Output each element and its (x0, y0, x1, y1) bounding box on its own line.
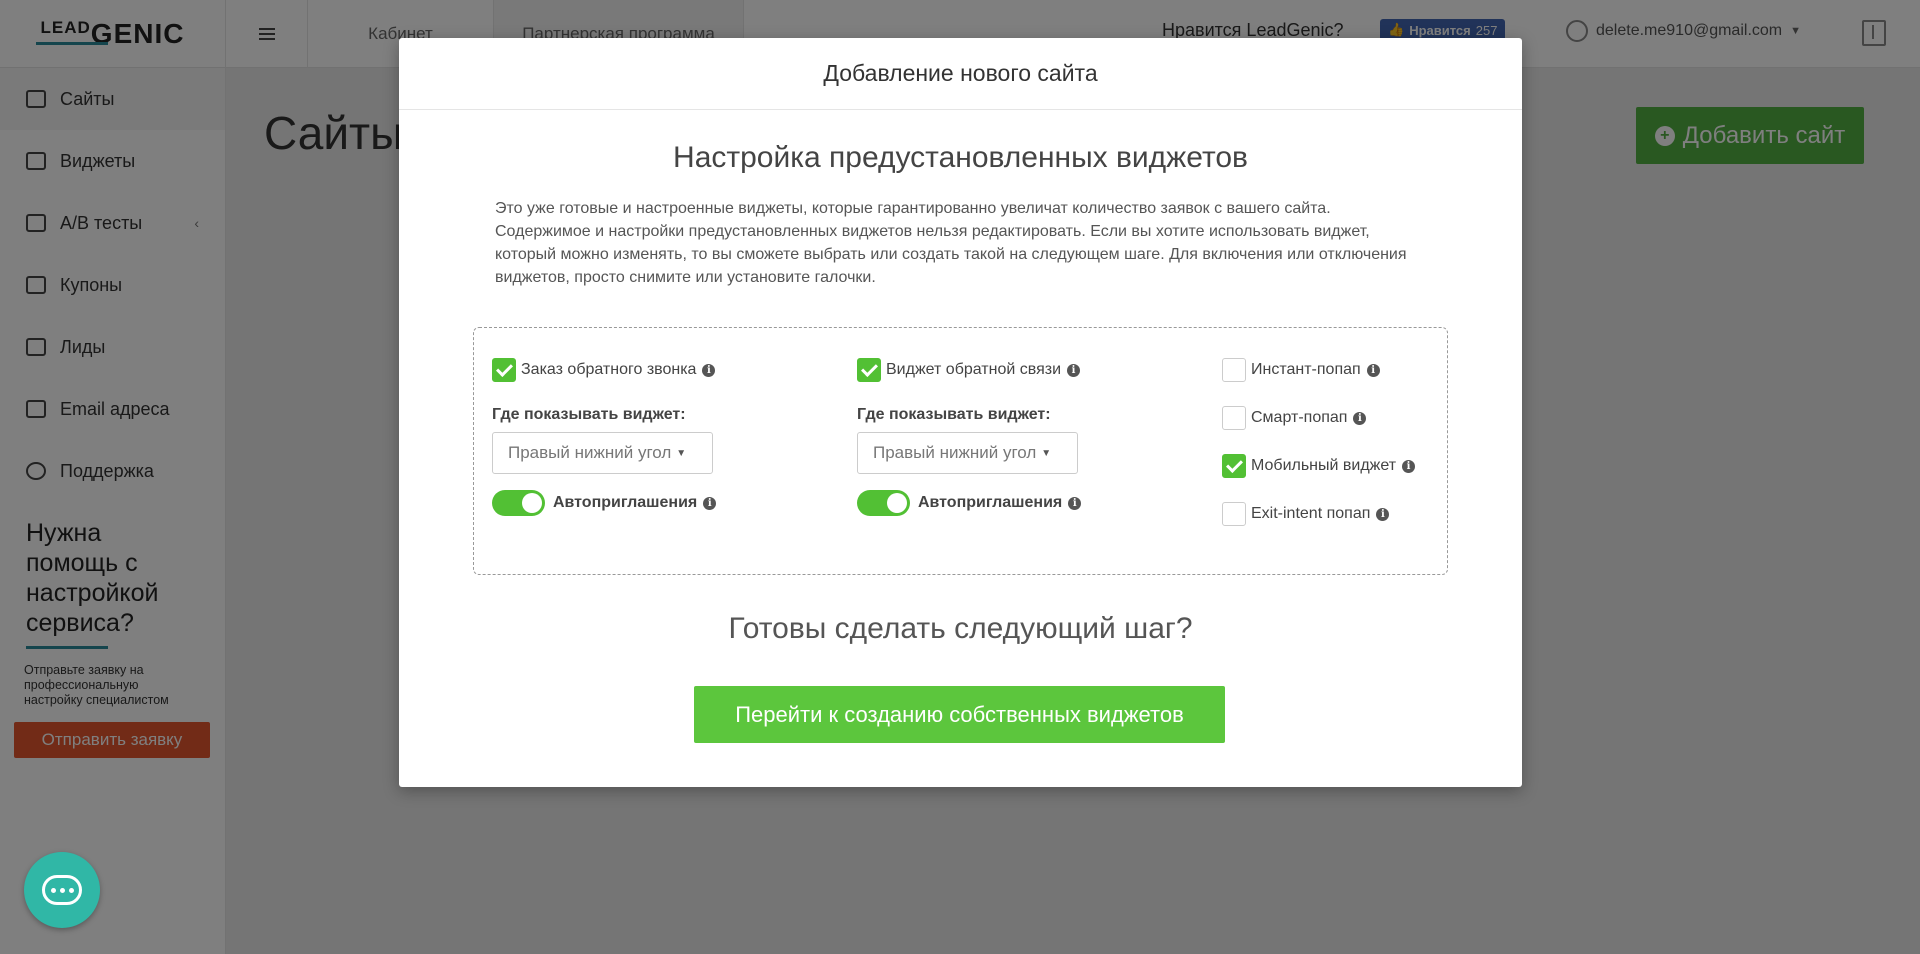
position-select[interactable]: Правый нижний угол ▼ (857, 432, 1078, 474)
checkbox-unchecked[interactable] (1222, 358, 1246, 382)
widget-feedback: Виджет обратной связи i Где показывать в… (857, 358, 1082, 516)
widget-label: Виджет обратной связи (886, 361, 1061, 378)
callback-checkbox-row[interactable]: Заказ обратного звонка i (492, 358, 716, 382)
exit-intent-row[interactable]: Exit-intent попап i (1222, 502, 1415, 526)
info-icon[interactable]: i (1376, 507, 1390, 521)
caret-down-icon: ▼ (676, 447, 687, 459)
info-icon[interactable]: i (1068, 496, 1082, 510)
caret-down-icon: ▼ (1041, 447, 1052, 459)
chat-icon (42, 875, 82, 905)
chat-button[interactable] (24, 852, 100, 928)
position-select[interactable]: Правый нижний угол ▼ (492, 432, 713, 474)
info-icon[interactable]: i (1067, 363, 1080, 377)
info-icon[interactable]: i (702, 363, 716, 377)
widget-label: Exit-intent попап (1251, 505, 1371, 522)
where-label: Где показывать виджет: (857, 406, 1051, 423)
next-step-title: Готовы сделать следующий шаг? (728, 612, 1193, 645)
info-icon[interactable]: i (703, 496, 717, 510)
modal-header: Добавление нового сайта (399, 38, 1522, 110)
extra-widgets-list: Инстант-попап i Смарт-попап i Мобильный … (1222, 358, 1416, 526)
auto-invite-row: Автоприглашения i (492, 490, 717, 516)
auto-invite-toggle[interactable] (857, 490, 910, 516)
checkbox-unchecked[interactable] (1222, 406, 1246, 430)
add-site-modal: Добавление нового сайта Настройка предус… (399, 38, 1522, 787)
mobile-widget-row[interactable]: Мобильный виджет i (1222, 454, 1416, 478)
widgets-panel: Заказ обратного звонка i Где показывать … (473, 327, 1448, 575)
widget-label: Смарт-попап (1251, 409, 1348, 426)
info-icon[interactable]: i (1353, 411, 1367, 425)
checkbox-checked[interactable] (1222, 454, 1246, 478)
widget-label: Инстант-попап (1251, 361, 1361, 378)
modal-description: Это уже готовые и настроенные виджеты, к… (495, 200, 1407, 286)
position-value: Правый нижний угол (873, 443, 1037, 462)
smart-popup-row[interactable]: Смарт-попап i (1222, 406, 1415, 430)
info-icon[interactable]: i (1366, 363, 1380, 377)
where-label: Где показывать виджет: (492, 406, 686, 423)
widget-label: Заказ обратного звонка (521, 361, 697, 378)
modal-title: Настройка предустановленных виджетов (673, 141, 1248, 174)
checkbox-unchecked[interactable] (1222, 502, 1246, 526)
position-value: Правый нижний угол (508, 443, 672, 462)
checkbox-checked[interactable] (857, 358, 881, 382)
info-icon[interactable]: i (1402, 459, 1416, 473)
checkbox-checked[interactable] (492, 358, 516, 382)
auto-invite-label: Автоприглашения (918, 494, 1063, 511)
widget-callback: Заказ обратного звонка i Где показывать … (492, 358, 717, 516)
auto-invite-row: Автоприглашения i (857, 490, 1082, 516)
auto-invite-toggle[interactable] (492, 490, 545, 516)
auto-invite-label: Автоприглашения (553, 494, 698, 511)
feedback-checkbox-row[interactable]: Виджет обратной связи i (857, 358, 1081, 382)
widget-label: Мобильный виджет (1251, 457, 1397, 474)
instant-popup-row[interactable]: Инстант-попап i (1222, 358, 1415, 382)
next-step-button[interactable]: Перейти к созданию собственных виджетов (694, 686, 1225, 743)
